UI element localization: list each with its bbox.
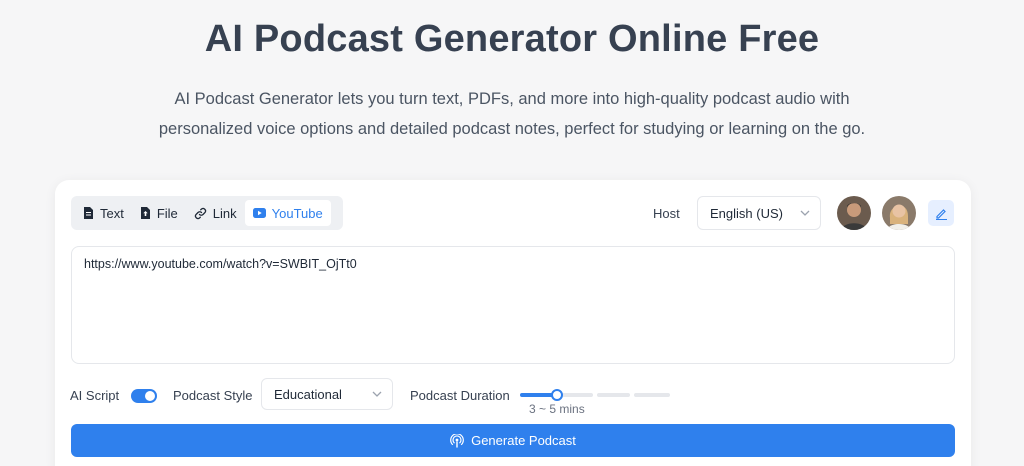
- ai-script-label: AI Script: [70, 388, 120, 403]
- podcast-style-value: Educational: [274, 386, 342, 402]
- tab-file-label: File: [156, 205, 178, 221]
- page-description: AI Podcast Generator lets you turn text,…: [140, 84, 884, 144]
- source-tabs: Text File Link YouTube: [71, 196, 343, 230]
- host-avatar-male[interactable]: [837, 196, 871, 230]
- page-title: AI Podcast Generator Online Free: [204, 18, 820, 60]
- tab-link-label: Link: [212, 205, 237, 221]
- tab-youtube[interactable]: YouTube: [244, 200, 331, 226]
- podcast-generator-card: Text File Link YouTube Host English (US): [55, 180, 971, 466]
- podcast-icon: [450, 433, 464, 448]
- tab-link[interactable]: Link: [186, 200, 245, 226]
- link-icon: [194, 207, 206, 219]
- podcast-duration-label: Podcast Duration: [410, 388, 510, 403]
- generate-podcast-button[interactable]: Generate Podcast: [71, 424, 955, 457]
- description-line-2: personalized voice options and detailed …: [158, 120, 866, 138]
- podcast-style-label: Podcast Style: [173, 388, 253, 403]
- slider-segment-3: [597, 393, 630, 397]
- toggle-knob: [145, 391, 155, 401]
- edit-host-button[interactable]: [928, 200, 954, 226]
- language-select-value: English (US): [710, 205, 783, 221]
- tab-youtube-label: YouTube: [271, 205, 323, 221]
- podcast-style-select[interactable]: Educational: [261, 378, 393, 410]
- file-upload-icon: [140, 207, 150, 219]
- duration-slider[interactable]: [520, 388, 670, 402]
- host-label: Host: [653, 206, 680, 221]
- tab-text[interactable]: Text: [75, 200, 132, 226]
- language-select[interactable]: English (US): [697, 196, 821, 230]
- youtube-url-value: https://www.youtube.com/watch?v=SWBIT_Oj…: [84, 257, 357, 271]
- youtube-url-input[interactable]: https://www.youtube.com/watch?v=SWBIT_Oj…: [71, 246, 955, 364]
- ai-script-toggle[interactable]: [131, 389, 157, 403]
- tab-text-label: Text: [100, 205, 124, 221]
- generate-podcast-label: Generate Podcast: [471, 433, 576, 448]
- duration-value: 3 ~ 5 mins: [529, 402, 585, 416]
- slider-segment-4: [634, 393, 670, 397]
- youtube-icon: [252, 208, 266, 218]
- document-icon: [84, 207, 93, 219]
- slider-thumb[interactable]: [551, 389, 563, 401]
- description-line-1: AI Podcast Generator lets you turn text,…: [174, 90, 850, 108]
- pencil-icon: [935, 208, 947, 220]
- host-avatar-female[interactable]: [882, 196, 916, 230]
- chevron-down-icon: [372, 391, 382, 397]
- chevron-down-icon: [800, 210, 810, 216]
- slider-segment-2: [558, 393, 593, 397]
- tab-file[interactable]: File: [132, 200, 186, 226]
